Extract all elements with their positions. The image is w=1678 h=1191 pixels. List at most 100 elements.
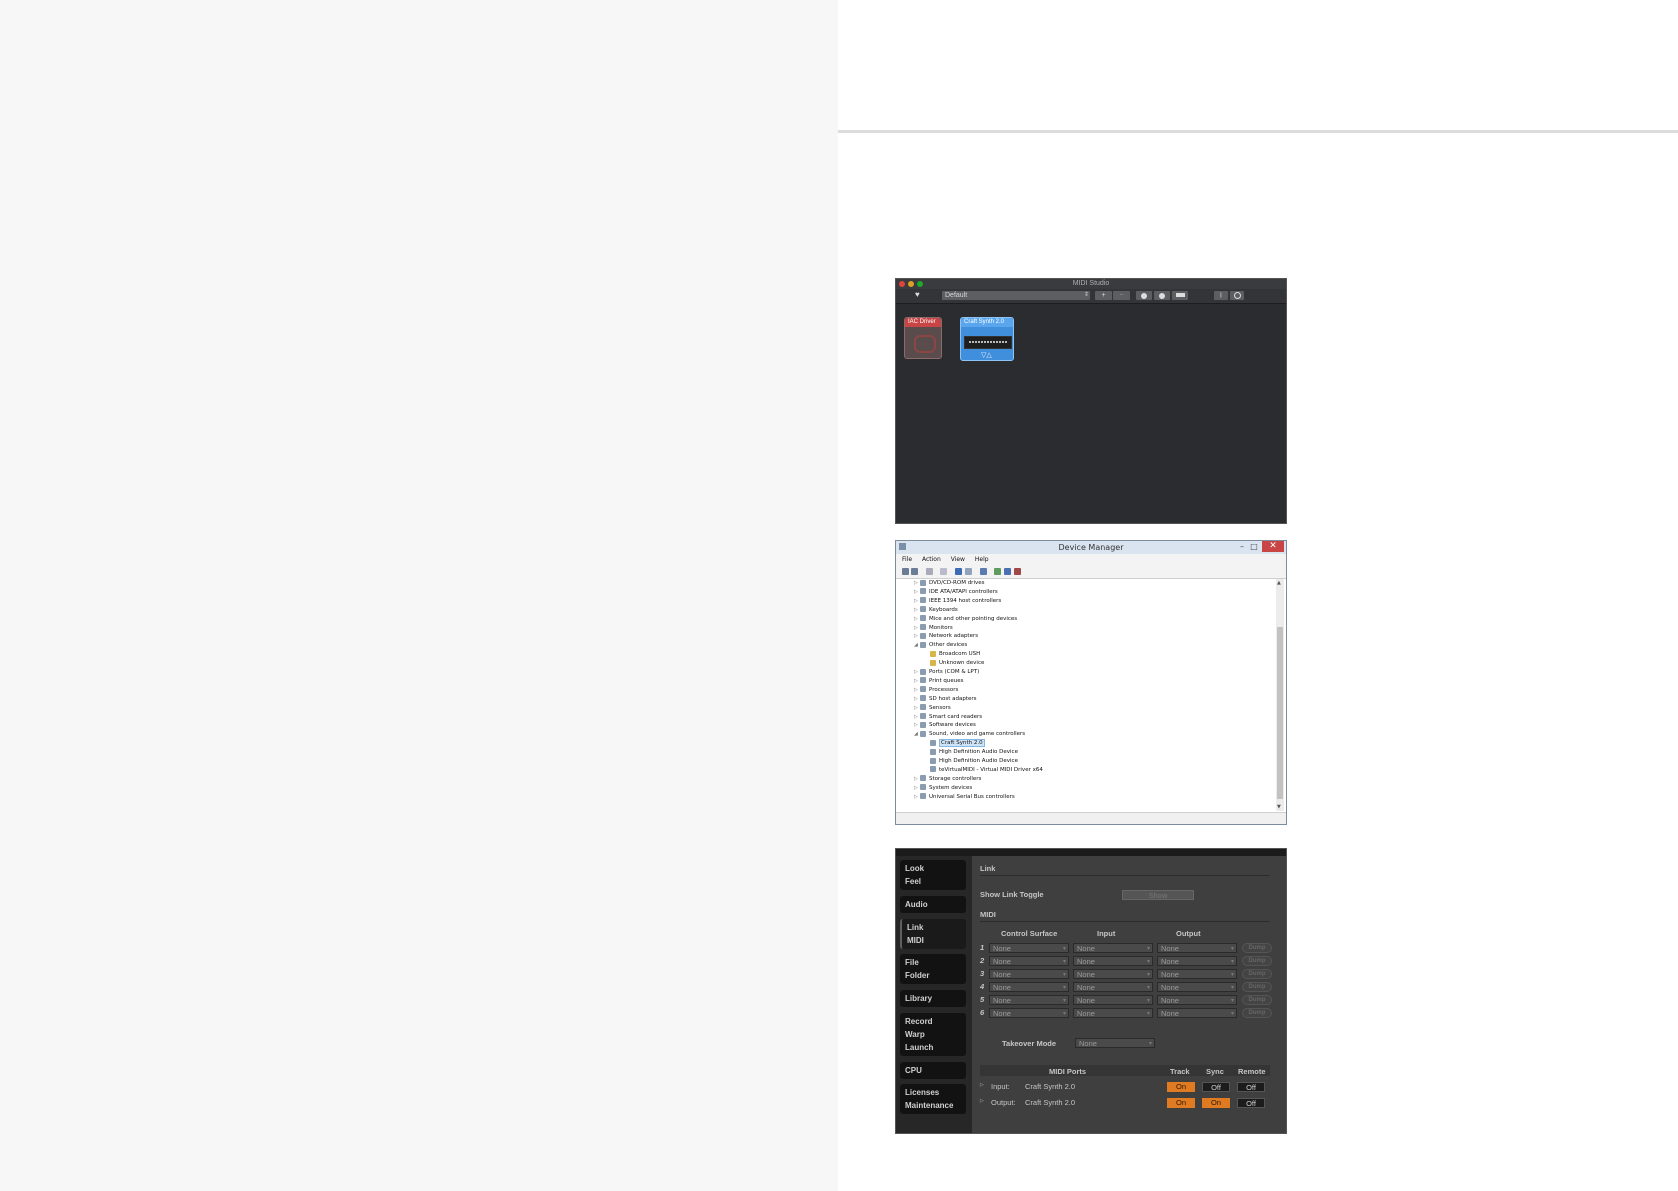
output-select[interactable]: None <box>1157 956 1237 967</box>
minimize-icon[interactable]: – <box>1236 541 1248 552</box>
tree-category[interactable]: ▷ Mice and other pointing devices <box>914 615 1017 624</box>
tree-scrollbar[interactable]: ▲ ▼ <box>1276 579 1284 811</box>
control-surface-select[interactable]: None <box>989 982 1069 993</box>
input-select[interactable]: None <box>1073 956 1153 967</box>
enable-device-icon[interactable] <box>994 568 1001 575</box>
output-select[interactable]: None <box>1157 969 1237 980</box>
remote-toggle-button[interactable]: Off <box>1237 1082 1265 1092</box>
dump-button[interactable]: Dump <box>1242 1008 1272 1018</box>
takeover-mode-select[interactable]: None <box>1075 1038 1155 1049</box>
info-button[interactable] <box>1136 291 1152 300</box>
tree-child-item[interactable]: teVirtualMIDI - Virtual MIDI Driver x64 <box>930 766 1043 775</box>
tree-category[interactable]: ▷ System devices <box>914 784 972 793</box>
tree-category[interactable]: ▷ Network adapters <box>914 632 978 641</box>
tree-child-item[interactable]: Craft Synth 2.0 <box>930 739 985 748</box>
tab-file-folder[interactable]: File Folder <box>900 954 966 984</box>
input-select[interactable]: None <box>1073 995 1153 1006</box>
tree-category[interactable]: ▷ DVD/CD-ROM drives <box>914 579 984 588</box>
remote-toggle-button[interactable]: Off <box>1237 1098 1265 1108</box>
tree-category[interactable]: ▷ Processors <box>914 686 958 695</box>
tab-licenses-maintenance[interactable]: Licenses Maintenance <box>900 1084 966 1114</box>
scan-hardware-icon[interactable] <box>965 568 972 575</box>
tree-category[interactable]: ▷ IEEE 1394 host controllers <box>914 597 1001 606</box>
expand-port-icon[interactable]: ▷ <box>980 1098 984 1104</box>
forward-arrow-icon[interactable] <box>911 568 918 575</box>
scrollbar-thumb[interactable] <box>1277 627 1283 799</box>
tree-category[interactable]: ▷ Sensors <box>914 704 951 713</box>
dump-button[interactable]: Dump <box>1242 982 1272 992</box>
tree-child-item[interactable]: Unknown device <box>930 659 984 668</box>
uninstall-device-icon[interactable] <box>1014 568 1021 575</box>
menu-view[interactable]: View <box>951 556 965 563</box>
output-select[interactable]: None <box>1157 995 1237 1006</box>
configuration-pin-icon[interactable]: ♥ <box>915 290 920 299</box>
remove-config-button[interactable]: − <box>1113 291 1130 300</box>
minimize-traffic-light-icon[interactable] <box>908 281 914 287</box>
tree-category[interactable]: ▷ SD host adapters <box>914 695 977 704</box>
tree-category[interactable]: ▷ Keyboards <box>914 606 958 615</box>
view-icon[interactable] <box>940 568 947 575</box>
back-arrow-icon[interactable] <box>902 568 909 575</box>
bluetooth-button[interactable]: ᛒ <box>1214 291 1228 300</box>
menu-action[interactable]: Action <box>922 556 941 563</box>
input-select[interactable]: None <box>1073 969 1153 980</box>
track-toggle-button[interactable]: On <box>1167 1098 1195 1108</box>
tree-category[interactable]: ▷ Storage controllers <box>914 775 981 784</box>
output-select[interactable]: None <box>1157 1008 1237 1019</box>
scroll-up-icon[interactable]: ▲ <box>1277 580 1281 586</box>
control-surface-select[interactable]: None <box>989 995 1069 1006</box>
tree-category[interactable]: ▷ IDE ATA/ATAPI controllers <box>914 588 998 597</box>
tree-child-item[interactable]: Broadcom USH <box>930 650 980 659</box>
disable-device-icon[interactable] <box>1004 568 1011 575</box>
configuration-select[interactable]: Default <box>942 291 1090 300</box>
close-traffic-light-icon[interactable] <box>899 281 905 287</box>
tree-category[interactable]: ▷ Print queues <box>914 677 964 686</box>
tab-link-midi[interactable]: Link MIDI <box>900 919 966 949</box>
craft-synth-device[interactable]: Craft Synth 2.0 ▽△ <box>960 317 1014 361</box>
maximize-icon[interactable]: □ <box>1248 541 1260 552</box>
dump-button[interactable]: Dump <box>1242 956 1272 966</box>
tree-category[interactable]: ◢ Other devices <box>914 641 967 650</box>
tab-cpu[interactable]: CPU <box>900 1062 966 1079</box>
track-toggle-button[interactable]: On <box>1167 1082 1195 1092</box>
input-select[interactable]: None <box>1073 943 1153 954</box>
network-button[interactable] <box>1230 291 1244 300</box>
tab-look-feel[interactable]: Look Feel <box>900 860 966 890</box>
output-select[interactable]: None <box>1157 943 1237 954</box>
tree-child-item[interactable]: High Definition Audio Device <box>930 757 1018 766</box>
tree-child-item[interactable]: High Definition Audio Device <box>930 748 1018 757</box>
tree-category[interactable]: ▷ Software devices <box>914 721 976 730</box>
control-surface-select[interactable]: None <box>989 1008 1069 1019</box>
properties-icon[interactable] <box>926 568 933 575</box>
add-config-button[interactable]: + <box>1095 291 1112 300</box>
help-icon[interactable] <box>955 568 962 575</box>
tree-category[interactable]: ▷ Universal Serial Bus controllers <box>914 793 1015 802</box>
tree-category[interactable]: ▷ Ports (COM & LPT) <box>914 668 979 677</box>
show-link-toggle-button[interactable]: Show <box>1122 890 1194 900</box>
close-icon[interactable]: ✕ <box>1262 541 1284 552</box>
expand-port-icon[interactable]: ▷ <box>980 1082 984 1088</box>
iac-driver-device[interactable]: IAC Driver <box>904 317 942 359</box>
control-surface-select[interactable]: None <box>989 943 1069 954</box>
control-surface-select[interactable]: None <box>989 956 1069 967</box>
rescan-button[interactable] <box>1154 291 1170 300</box>
test-setup-button[interactable] <box>1172 291 1188 300</box>
tree-category[interactable]: ▷ Smart card readers <box>914 713 982 722</box>
tab-record-warp-launch[interactable]: Record Warp Launch <box>900 1013 966 1056</box>
dump-button[interactable]: Dump <box>1242 943 1272 953</box>
dump-button[interactable]: Dump <box>1242 969 1272 979</box>
update-driver-icon[interactable] <box>980 568 987 575</box>
sync-toggle-button[interactable]: On <box>1202 1098 1230 1108</box>
input-select[interactable]: None <box>1073 982 1153 993</box>
input-select[interactable]: None <box>1073 1008 1153 1019</box>
zoom-traffic-light-icon[interactable] <box>917 281 923 287</box>
dump-button[interactable]: Dump <box>1242 995 1272 1005</box>
menu-help[interactable]: Help <box>975 556 989 563</box>
tab-audio[interactable]: Audio <box>900 896 966 913</box>
tab-library[interactable]: Library <box>900 990 966 1007</box>
tree-category[interactable]: ▷ Monitors <box>914 624 953 633</box>
menu-file[interactable]: File <box>902 556 912 563</box>
output-select[interactable]: None <box>1157 982 1237 993</box>
control-surface-select[interactable]: None <box>989 969 1069 980</box>
sync-toggle-button[interactable]: Off <box>1202 1082 1230 1092</box>
